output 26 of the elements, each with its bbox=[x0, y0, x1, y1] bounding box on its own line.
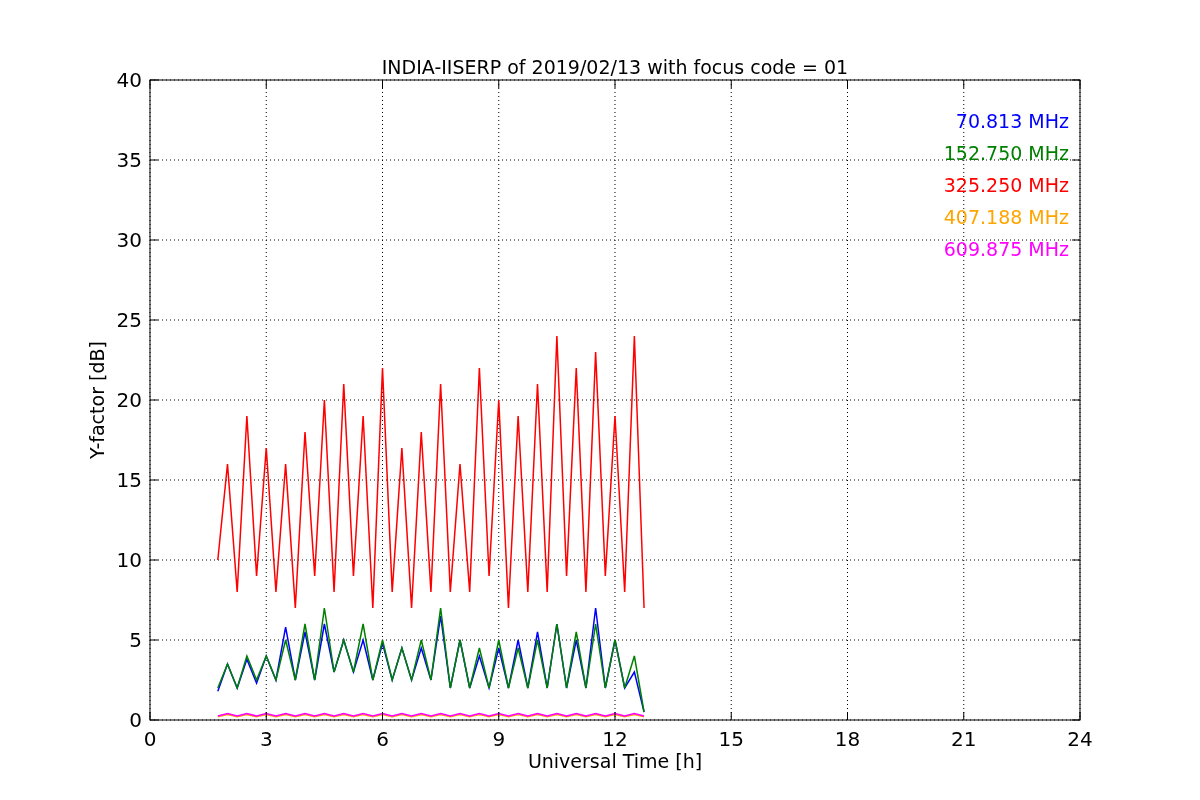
x-tick-label: 24 bbox=[1067, 727, 1093, 751]
chart-title: INDIA-IISERP of 2019/02/13 with focus code = 01 bbox=[381, 56, 849, 78]
x-tick-label: 21 bbox=[951, 727, 977, 751]
x-tick-label: 18 bbox=[834, 727, 861, 751]
legend-label: 325.250 MHz bbox=[943, 174, 1069, 196]
x-tick-label: 3 bbox=[259, 727, 273, 751]
y-axis-label: Y-factor [dB] bbox=[86, 341, 108, 459]
x-tick-label: 9 bbox=[492, 727, 506, 751]
legend-label: 70.813 MHz bbox=[955, 110, 1069, 132]
x-tick-label: 12 bbox=[602, 727, 628, 751]
y-tick-label: 35 bbox=[116, 148, 142, 172]
y-tick-label: 20 bbox=[116, 388, 142, 412]
y-tick-label: 15 bbox=[116, 468, 142, 492]
legend-label: 609.875 MHz bbox=[943, 238, 1069, 260]
y-tick-label: 10 bbox=[116, 548, 142, 572]
y-tick-label: 40 bbox=[116, 68, 142, 92]
x-axis-label: Universal Time [h] bbox=[527, 750, 703, 772]
legend-label: 152.750 MHz bbox=[943, 142, 1069, 164]
x-tick-label: 6 bbox=[376, 727, 389, 751]
x-tick-label: 0 bbox=[143, 727, 157, 751]
x-tick-label: 15 bbox=[718, 727, 744, 751]
legend-label: 407.188 MHz bbox=[943, 206, 1069, 228]
y-tick-label: 5 bbox=[129, 628, 142, 652]
y-tick-label: 25 bbox=[116, 308, 142, 332]
y-tick-label: 30 bbox=[116, 228, 142, 252]
y-tick-label: 0 bbox=[129, 708, 142, 732]
